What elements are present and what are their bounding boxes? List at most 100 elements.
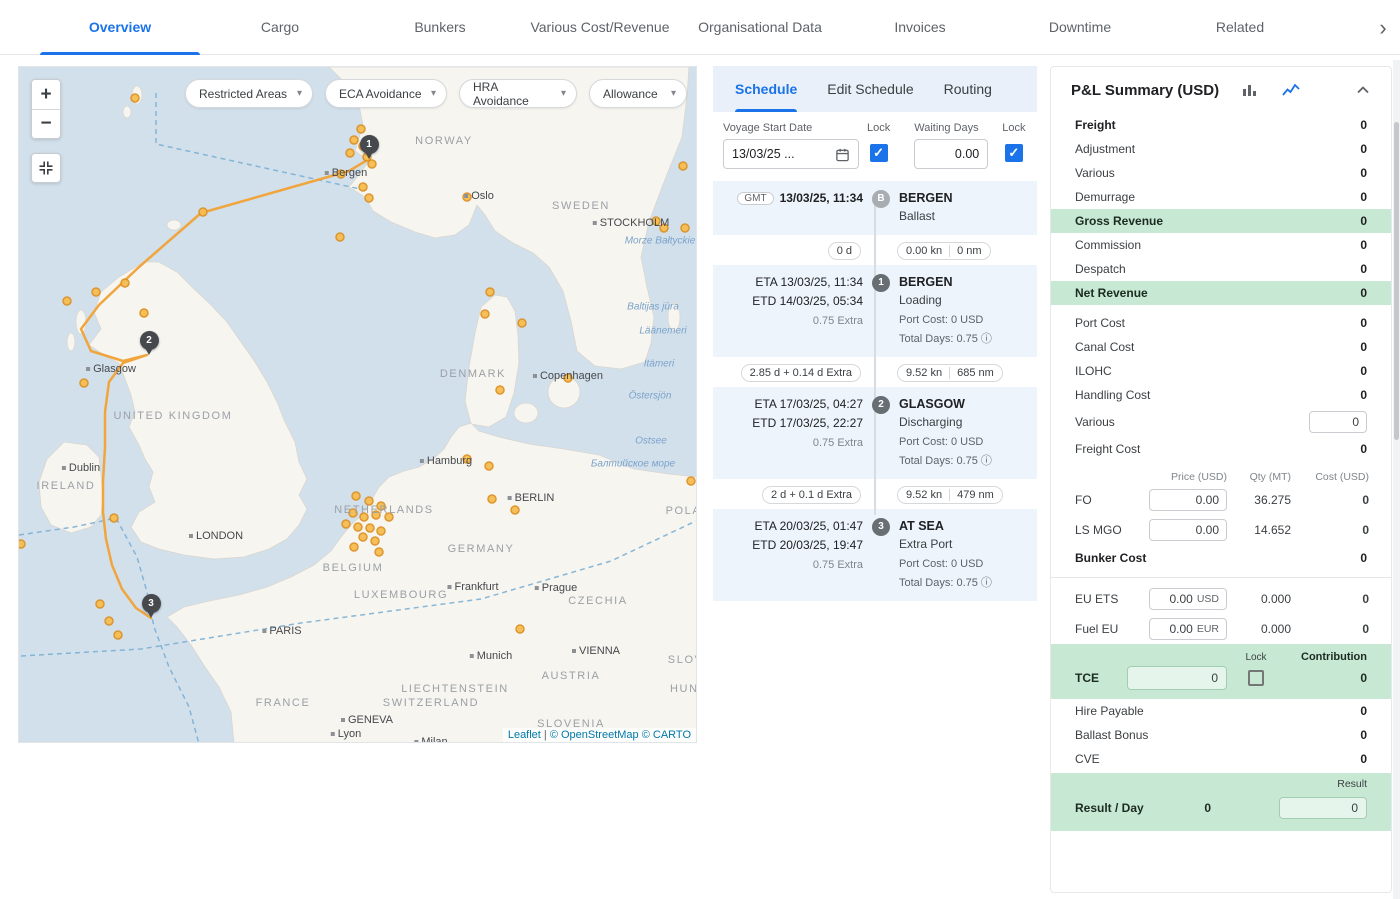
pnl-row-cve: CVE0 bbox=[1051, 747, 1391, 771]
bunker-row-ls-mgo: LS MGO 0.00 14.652 0 bbox=[1051, 515, 1391, 545]
divider bbox=[1051, 577, 1391, 578]
route-marker-3[interactable]: 3 bbox=[142, 594, 161, 613]
lock-label: Lock bbox=[1002, 122, 1025, 134]
waiting-days-lock-checkbox[interactable] bbox=[1005, 144, 1023, 162]
info-icon[interactable]: ⓘ bbox=[981, 577, 992, 589]
zoom-in-button[interactable]: + bbox=[32, 80, 60, 109]
chevron-down-icon: ▾ bbox=[297, 88, 302, 99]
leg-activity: Loading bbox=[899, 291, 1029, 309]
timeline-leg-3[interactable]: ETA 20/03/25, 01:47 ETD 20/03/25, 19:47 … bbox=[713, 509, 1037, 601]
tab-edit-schedule[interactable]: Edit Schedule bbox=[827, 66, 913, 112]
filter-allowance[interactable]: Allowance ▾ bbox=[589, 79, 687, 108]
tab-routing[interactable]: Routing bbox=[944, 66, 992, 112]
contribution-value: 0 bbox=[1285, 671, 1367, 685]
pnl-row-port-cost: Port Cost0 bbox=[1051, 311, 1391, 335]
collapse-chevron-icon[interactable] bbox=[1357, 86, 1369, 94]
result-input[interactable]: 0 bbox=[1279, 797, 1367, 819]
leaflet-link[interactable]: Leaflet bbox=[508, 729, 541, 741]
leg-duration-pill: 0 d bbox=[828, 242, 861, 260]
leg-duration-pill: 2.85 d + 0.14 d Extra bbox=[741, 364, 861, 382]
tce-lock-checkbox[interactable] bbox=[1248, 670, 1264, 686]
tab-various-label: Various Cost/Revenue bbox=[530, 19, 669, 35]
leg-total-days: Total Days: 0.75 bbox=[899, 333, 978, 345]
leg-badge: 1 bbox=[872, 274, 890, 292]
origin-activity: Ballast bbox=[899, 207, 1029, 225]
leg-speed-distance-pill: 9.52 kn479 nm bbox=[897, 486, 1003, 504]
origin-badge: B bbox=[872, 190, 890, 208]
filter-hra-avoidance-label: HRA Avoidance bbox=[473, 80, 553, 108]
nav-overflow-chevron-icon[interactable]: › bbox=[1370, 0, 1396, 55]
fo-price-input[interactable]: 0.00 bbox=[1149, 489, 1227, 511]
timezone-badge: GMT bbox=[737, 192, 773, 205]
filter-allowance-label: Allowance bbox=[603, 87, 658, 101]
route-marker-2[interactable]: 2 bbox=[140, 331, 159, 350]
tab-downtime[interactable]: Downtime bbox=[1000, 0, 1160, 54]
leg-activity: Discharging bbox=[899, 413, 1029, 431]
line-chart-icon[interactable] bbox=[1281, 82, 1301, 98]
pnl-row-adjustment: Adjustment0 bbox=[1051, 137, 1391, 161]
route-marker-1[interactable]: 1 bbox=[360, 135, 379, 154]
info-icon[interactable]: ⓘ bbox=[981, 333, 992, 345]
map-zoom-control: + − bbox=[31, 79, 61, 139]
leg-port-cost: Port Cost: 0 USD bbox=[899, 434, 1029, 450]
pnl-summary-panel: P&L Summary (USD) Freight0 Adjustment0 V… bbox=[1050, 66, 1392, 893]
tab-bunkers[interactable]: Bunkers bbox=[360, 0, 520, 54]
schedule-tab-bar: Schedule Edit Schedule Routing bbox=[713, 66, 1037, 112]
osm-link[interactable]: © OpenStreetMap bbox=[550, 729, 639, 741]
pnl-title: P&L Summary (USD) bbox=[1071, 82, 1219, 99]
bar-chart-icon[interactable] bbox=[1241, 82, 1259, 98]
filter-eca-avoidance[interactable]: ECA Avoidance ▾ bbox=[325, 79, 447, 108]
filter-hra-avoidance[interactable]: HRA Avoidance ▾ bbox=[459, 79, 577, 108]
tab-downtime-label: Downtime bbox=[1049, 19, 1111, 35]
leg-extra-days: 0.75 Extra bbox=[721, 437, 863, 449]
tce-input[interactable]: 0 bbox=[1127, 666, 1227, 690]
scrollbar-thumb[interactable] bbox=[1394, 122, 1399, 440]
ls-mgo-price-input[interactable]: 0.00 bbox=[1149, 519, 1227, 541]
schedule-form: Voyage Start Date 13/03/25 ... Lock Wait… bbox=[713, 112, 1037, 181]
various-cost-input[interactable]: 0 bbox=[1309, 411, 1367, 433]
leg-duration-pill: 2 d + 0.1 d Extra bbox=[762, 486, 861, 504]
lock-label: Lock bbox=[867, 122, 890, 134]
page-scrollbar[interactable] bbox=[1393, 60, 1400, 899]
contribution-label: Contribution bbox=[1285, 651, 1367, 663]
leg-activity: Extra Port bbox=[899, 535, 1029, 553]
tab-overview[interactable]: Overview bbox=[40, 0, 200, 54]
leg-extra-days: 0.75 Extra bbox=[721, 559, 863, 571]
chevron-down-icon: ▾ bbox=[671, 88, 676, 99]
calendar-icon[interactable] bbox=[835, 147, 850, 162]
tab-schedule[interactable]: Schedule bbox=[735, 66, 797, 112]
tab-various-cost-revenue[interactable]: Various Cost/Revenue bbox=[520, 0, 680, 54]
filter-eca-avoidance-label: ECA Avoidance bbox=[339, 87, 422, 101]
tab-related[interactable]: Related bbox=[1160, 0, 1320, 54]
voyage-start-date-input[interactable]: 13/03/25 ... bbox=[723, 139, 859, 169]
voyage-date-lock-checkbox[interactable] bbox=[870, 144, 888, 162]
leg-badge: 3 bbox=[872, 518, 890, 536]
leg-total-days: Total Days: 0.75 bbox=[899, 455, 978, 467]
info-icon[interactable]: ⓘ bbox=[981, 455, 992, 467]
pnl-row-ilohc: ILOHC0 bbox=[1051, 359, 1391, 383]
leg-speed-distance-pill: 0.00 kn0 nm bbox=[897, 242, 991, 260]
tab-invoices[interactable]: Invoices bbox=[840, 0, 1000, 54]
fit-bounds-button[interactable] bbox=[31, 153, 61, 183]
result-block: Result Result / Day 0 0 bbox=[1051, 773, 1391, 831]
tab-cargo[interactable]: Cargo bbox=[200, 0, 360, 54]
leg-extra-days: 0.75 Extra bbox=[721, 315, 863, 327]
zoom-out-button[interactable]: − bbox=[32, 109, 60, 138]
tab-bunkers-label: Bunkers bbox=[414, 19, 465, 35]
tab-organisational-data[interactable]: Organisational Data bbox=[680, 0, 840, 54]
voyage-timeline: GMT13/03/25, 11:34 B BERGEN Ballast 0 d … bbox=[713, 181, 1037, 601]
pnl-row-despatch: Despatch0 bbox=[1051, 257, 1391, 281]
fuel-eu-input[interactable]: 0.00EUR bbox=[1149, 618, 1227, 640]
origin-port: BERGEN bbox=[899, 189, 1029, 207]
filter-restricted-areas[interactable]: Restricted Areas ▾ bbox=[185, 79, 313, 108]
waiting-days-label: Waiting Days bbox=[914, 122, 988, 134]
tab-overview-label: Overview bbox=[89, 19, 151, 35]
eu-ets-input[interactable]: 0.00USD bbox=[1149, 588, 1227, 610]
map-filter-bar: Restricted Areas ▾ ECA Avoidance ▾ HRA A… bbox=[185, 79, 687, 108]
leg-port: AT SEA bbox=[899, 517, 1029, 535]
carto-link[interactable]: © CARTO bbox=[642, 729, 691, 741]
pnl-row-net-revenue: Net Revenue0 bbox=[1051, 281, 1391, 305]
waiting-days-input[interactable]: 0.00 bbox=[914, 139, 988, 169]
voyage-map[interactable]: NORWAYSWEDENUNITED KINGDOMIRELANDDENMARK… bbox=[18, 66, 697, 743]
chevron-down-icon: ▾ bbox=[561, 88, 566, 99]
